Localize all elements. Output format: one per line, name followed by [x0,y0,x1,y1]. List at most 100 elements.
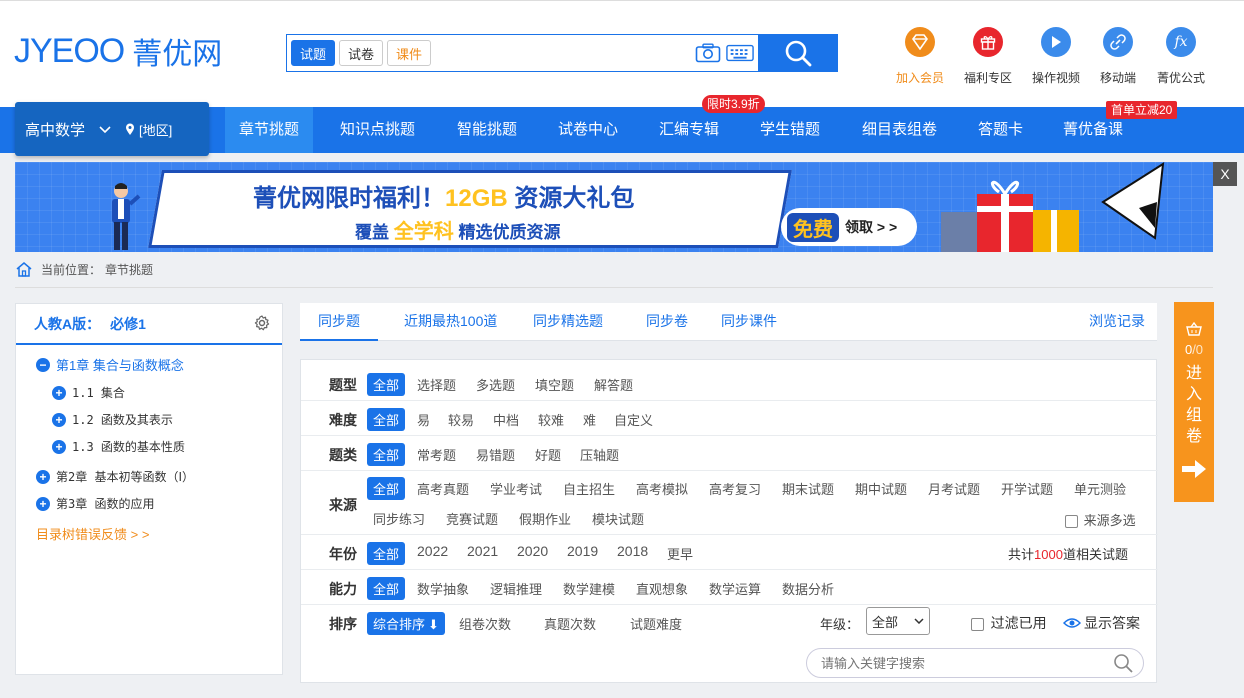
search-tab-questions[interactable]: 试题 [291,40,336,66]
filter-option[interactable]: 数学抽象 [417,579,469,598]
quick-link-formula[interactable]: fx 菁优公式 [1147,27,1215,86]
sort-option-comprehensive[interactable]: 综合排序 ⬇ [367,612,445,635]
filter-option[interactable]: 数学建模 [563,579,615,598]
filter-option[interactable]: 期末试题 [782,479,834,498]
filter-option[interactable]: 好题 [535,445,561,464]
browse-history-link[interactable]: 浏览记录 [1089,303,1145,341]
tree-feedback-link[interactable]: 目录树错误反馈 > > [36,524,149,543]
filter-option[interactable]: 全部 [367,373,406,396]
expand-icon[interactable]: + [52,385,66,400]
breadcrumb-current[interactable]: 章节挑题 [105,261,153,278]
filter-option[interactable]: 学业考试 [490,479,542,498]
nav-paper-center[interactable]: 试卷中心 [544,107,632,153]
filter-option[interactable]: 自定义 [614,410,653,429]
filter-option[interactable]: 易 [417,410,430,429]
sort-option[interactable]: 组卷次数 [459,614,511,633]
banner-claim-button[interactable]: 免费 领取 > > [781,208,917,246]
quick-link-vip[interactable]: 加入会员 [886,27,954,86]
filter-option[interactable]: 自主招生 [563,479,615,498]
filter-option[interactable]: 较难 [538,410,564,429]
filter-option[interactable]: 全部 [367,542,406,565]
filter-option[interactable]: 易错题 [476,445,515,464]
tree-node-1-3[interactable]: + 1.3 函数的基本性质 [52,438,185,455]
filter-option[interactable]: 模块试题 [592,509,644,528]
subject-selector[interactable]: 高中数学 [地区] [15,102,209,156]
expand-icon[interactable]: + [36,496,50,511]
site-logo[interactable]: JYEOO 菁优网 [14,31,222,73]
collapse-icon[interactable]: − [36,357,50,372]
filter-option[interactable]: 全部 [367,577,406,600]
filter-option[interactable]: 高考真题 [417,479,469,498]
nav-student-errors[interactable]: 学生错题 [746,107,834,153]
filter-used-checkbox[interactable] [971,618,984,632]
paper-cart[interactable]: 0/0 进入组卷 [1174,302,1214,502]
filter-option[interactable]: 多选题 [476,375,515,394]
show-answer-toggle[interactable]: 显示答案 [1063,613,1140,633]
filter-option[interactable]: 期中试题 [855,479,907,498]
filter-option[interactable]: 数学运算 [709,579,761,598]
tree-node-1-2[interactable]: + 1.2 函数及其表示 [52,411,173,428]
tab-sync-questions[interactable]: 同步题 [300,303,378,341]
filter-option[interactable]: 高考复习 [709,479,761,498]
tree-node-chapter-3[interactable]: + 第3章 函数的应用 [36,495,154,512]
filter-option[interactable]: 难 [583,410,596,429]
filter-option[interactable]: 高考模拟 [636,479,688,498]
banner-close-button[interactable]: X [1213,162,1237,186]
search-tab-courseware[interactable]: 课件 [387,40,432,66]
tree-node-chapter-1[interactable]: − 第1章 集合与函数概念 [36,355,184,374]
tab-hot-100[interactable]: 近期最热100道 [404,303,497,341]
filter-option[interactable]: 填空题 [535,375,574,394]
filter-option[interactable]: 竞赛试题 [446,509,498,528]
home-icon[interactable] [15,261,33,277]
filter-option[interactable]: 更早 [667,544,693,563]
grade-select[interactable]: 全部 [866,607,930,635]
filter-option[interactable]: 2019 [567,543,598,559]
search-input[interactable] [431,35,694,71]
quick-link-mobile[interactable]: 移动端 [1084,27,1152,86]
tree-node-1-1[interactable]: + 1.1 集合 [52,384,125,401]
expand-icon[interactable]: + [36,469,50,484]
filter-option[interactable]: 全部 [367,443,406,466]
promo-banner[interactable]: 菁优网限时福利！12GB 资源大礼包 覆盖 全学科 精选优质资源 免费 领取 >… [15,162,1213,252]
source-multi-toggle[interactable]: 来源多选 [1065,510,1136,529]
keyword-input[interactable] [821,655,1113,671]
nav-detail-paper[interactable]: 细目表组卷 [848,107,951,153]
filter-option[interactable]: 2020 [517,543,548,559]
source-multi-checkbox[interactable] [1065,515,1078,529]
filter-option[interactable]: 同步练习 [373,509,425,528]
expand-icon[interactable]: + [52,439,66,454]
sort-option[interactable]: 真题次数 [544,614,596,633]
filter-option[interactable]: 假期作业 [519,509,571,528]
keyboard-icon[interactable] [726,41,754,65]
filter-option[interactable]: 选择题 [417,375,456,394]
filter-option[interactable]: 中档 [493,410,519,429]
filter-option[interactable]: 逻辑推理 [490,579,542,598]
region-selector[interactable]: [地区] [125,120,172,139]
filter-option[interactable]: 开学试题 [1001,479,1053,498]
sort-option[interactable]: 试题难度 [630,614,682,633]
nav-chapter-pick[interactable]: 章节挑题 [225,107,314,153]
search-button[interactable] [758,34,838,72]
filter-option[interactable]: 全部 [367,477,406,500]
search-icon[interactable] [1113,653,1133,673]
nav-knowledge-pick[interactable]: 知识点挑题 [326,107,429,153]
nav-smart-pick[interactable]: 智能挑题 [443,107,531,153]
expand-icon[interactable]: + [52,412,66,427]
filter-option[interactable]: 压轴题 [580,445,619,464]
quick-link-video[interactable]: 操作视频 [1022,27,1090,86]
camera-icon[interactable] [694,41,722,65]
filter-option[interactable]: 数据分析 [782,579,834,598]
filter-option[interactable]: 常考题 [417,445,456,464]
filter-option[interactable]: 较易 [448,410,474,429]
filter-option[interactable]: 2018 [617,543,648,559]
tab-sync-courseware[interactable]: 同步课件 [721,303,777,341]
filter-option[interactable]: 单元测验 [1074,479,1126,498]
filter-option[interactable]: 月考试题 [928,479,980,498]
nav-compilation[interactable]: 汇编专辑 [645,107,733,153]
filter-option[interactable]: 2022 [417,543,448,559]
gear-icon[interactable] [254,315,270,334]
tree-node-chapter-2[interactable]: + 第2章 基本初等函数（Ⅰ） [36,468,194,485]
filter-option[interactable]: 2021 [467,543,498,559]
filter-option[interactable]: 直观想象 [636,579,688,598]
filter-option[interactable]: 解答题 [594,375,633,394]
